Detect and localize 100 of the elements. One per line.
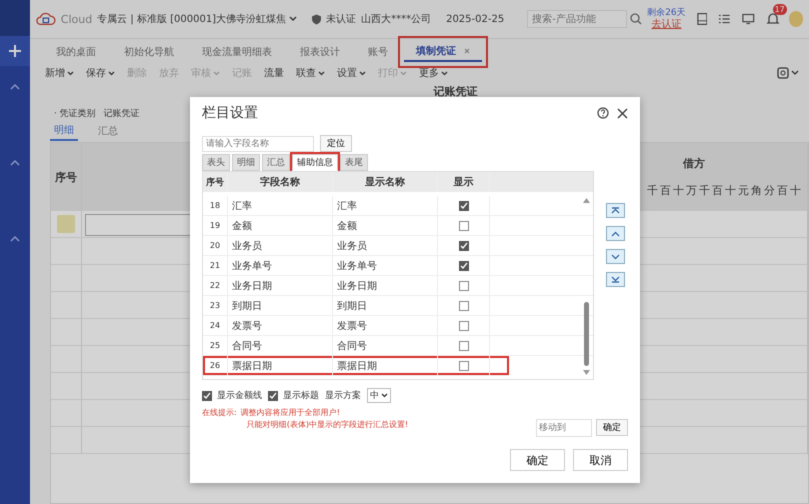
- table-cell: 汇率: [333, 196, 438, 215]
- chevron-down-icon: [289, 16, 298, 22]
- move-up-button[interactable]: [606, 226, 625, 241]
- column-header: 借方: [683, 156, 705, 171]
- chevron-down-icon: [381, 393, 388, 398]
- checkbox[interactable]: [458, 240, 468, 250]
- move-top-button[interactable]: [606, 203, 625, 218]
- monitor-icon[interactable]: [742, 13, 755, 25]
- date-text: 2025-02-25: [446, 14, 504, 24]
- page-tab[interactable]: 账号: [356, 43, 400, 61]
- move-top-icon: [611, 207, 620, 214]
- chevron-up-icon[interactable]: [10, 160, 20, 166]
- scroll-down-icon[interactable]: [583, 370, 590, 375]
- trial-days: 剩余26天: [647, 7, 686, 19]
- scheme-label: 显示方案: [325, 389, 361, 402]
- account-selector[interactable]: 专属云 | 标准版 [000001]大佛寺汾虹煤焦: [97, 12, 298, 26]
- checkbox[interactable]: [458, 220, 468, 230]
- company-name: 山西大****公司: [361, 12, 432, 26]
- column-header: 显示名称: [333, 172, 438, 192]
- toolbar-button[interactable]: 更多: [414, 64, 453, 82]
- locate-button[interactable]: 定位: [320, 135, 352, 152]
- chevron-down-icon: [318, 70, 325, 76]
- table-cell: 业务日期: [228, 276, 333, 295]
- hint-text: 调整内容将应用于全部用户!: [240, 407, 341, 418]
- checkbox[interactable]: [458, 340, 468, 350]
- chevron-up-icon[interactable]: [10, 84, 20, 90]
- close-icon[interactable]: [617, 108, 628, 118]
- bell-icon[interactable]: [766, 12, 780, 26]
- page-tab[interactable]: 报表设计: [288, 43, 352, 61]
- tablet-icon[interactable]: [696, 12, 708, 26]
- checkbox[interactable]: [202, 390, 212, 400]
- table-cell: 到期日: [228, 296, 333, 315]
- page-tab[interactable]: 我的桌面: [44, 43, 108, 61]
- checkbox[interactable]: [458, 280, 468, 290]
- checkbox[interactable]: [458, 300, 468, 310]
- preview-icon[interactable]: [777, 67, 799, 79]
- voucher-type-label: · 凭证类别: [54, 108, 96, 120]
- checkbox[interactable]: [458, 200, 468, 210]
- column-header: 显示: [438, 172, 490, 192]
- move-down-button[interactable]: [606, 249, 625, 264]
- table-cell: 汇率: [228, 196, 333, 215]
- table-cell: 金额: [333, 216, 438, 235]
- checkbox-label: 显示金额线: [217, 390, 262, 402]
- table-cell: 合同号: [333, 336, 438, 355]
- toolbar-button[interactable]: 流量: [259, 64, 289, 82]
- page-tab[interactable]: 现金流量明细表: [190, 43, 284, 61]
- search-icon[interactable]: [630, 13, 642, 25]
- checkbox[interactable]: [458, 320, 468, 330]
- move-to-field[interactable]: 移动到: [536, 419, 592, 437]
- voucher-type-value[interactable]: 记账凭证: [104, 107, 140, 120]
- table-cell: 业务员: [228, 236, 333, 255]
- settings-tab[interactable]: 明细: [232, 154, 260, 171]
- table-cell: 业务员: [333, 236, 438, 255]
- scrollbar[interactable]: [583, 198, 590, 375]
- table-cell: 22: [203, 276, 228, 295]
- checkbox[interactable]: [268, 390, 278, 400]
- chevron-down-icon: [108, 70, 115, 76]
- toolbar-button[interactable]: 设置: [332, 64, 371, 82]
- chevron-down-icon: [67, 70, 74, 76]
- settings-tab[interactable]: 表头: [202, 154, 230, 171]
- table-cell: 金额: [228, 216, 333, 235]
- scroll-up-icon[interactable]: [583, 198, 590, 203]
- table-cell: 21: [203, 256, 228, 275]
- detail-tab[interactable]: 汇总: [94, 122, 122, 140]
- page-tab[interactable]: 填制凭证: [404, 42, 482, 62]
- chevron-down-icon: [441, 70, 448, 76]
- hint-label: 在线提示:: [202, 407, 237, 418]
- settings-tab[interactable]: 汇总: [262, 154, 290, 171]
- table-cell: 业务单号: [228, 256, 333, 275]
- checklist-icon[interactable]: [718, 13, 732, 25]
- checkbox[interactable]: [458, 260, 468, 270]
- toolbar-button[interactable]: 保存: [81, 64, 120, 82]
- settings-tab[interactable]: 表尾: [340, 154, 368, 171]
- cancel-button[interactable]: 取消: [573, 449, 628, 471]
- checkbox[interactable]: [458, 360, 468, 370]
- ok-button[interactable]: 确定: [510, 449, 565, 471]
- toolbar-button[interactable]: 新增: [40, 64, 79, 82]
- chevron-down-icon: [359, 70, 366, 76]
- notification-badge: 17: [772, 4, 787, 15]
- table-cell: 业务日期: [333, 276, 438, 295]
- certify-link[interactable]: 去认证: [651, 19, 682, 31]
- move-bottom-icon: [611, 276, 620, 283]
- column-header: 字段名称: [228, 172, 333, 192]
- table-cell: 到期日: [333, 296, 438, 315]
- column-header: 序号: [51, 143, 82, 211]
- chevron-up-icon: [611, 230, 620, 236]
- toolbar-button[interactable]: 联查: [291, 64, 330, 82]
- settings-tab[interactable]: 辅助信息: [292, 154, 338, 171]
- chevron-up-icon[interactable]: [10, 236, 20, 242]
- scheme-select[interactable]: 中: [367, 388, 391, 403]
- confirm-move-button[interactable]: 确定: [596, 419, 628, 436]
- search-field[interactable]: 搜索-产品功能: [527, 10, 628, 28]
- move-bottom-button[interactable]: [606, 272, 625, 287]
- table-cell: 25: [203, 336, 228, 355]
- dialog-title: 栏目设置: [202, 104, 259, 122]
- cert-status: 未认证: [326, 12, 356, 26]
- page-tab[interactable]: 初始化导航: [112, 43, 186, 61]
- field-search-input[interactable]: 请输入字段名称: [202, 136, 314, 152]
- help-icon[interactable]: [597, 107, 609, 119]
- plus-icon[interactable]: [0, 36, 30, 66]
